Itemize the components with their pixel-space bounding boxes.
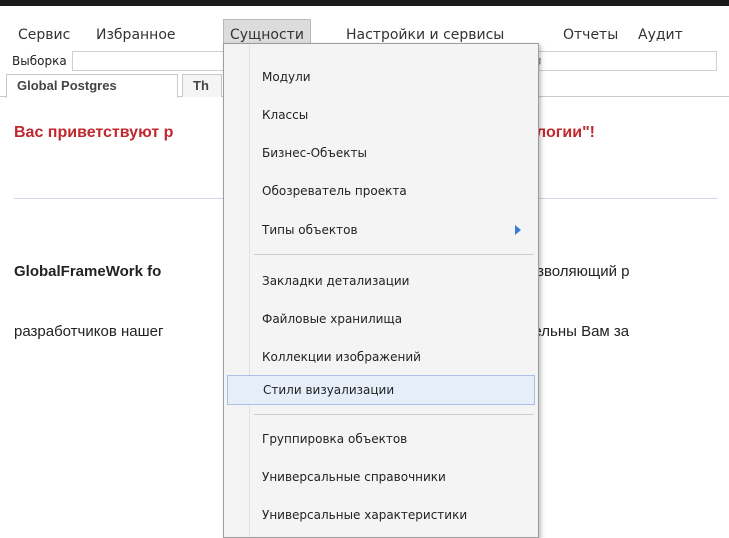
menu-service[interactable]: Сервис xyxy=(12,22,76,48)
tab-global-postgres[interactable]: Global Postgres xyxy=(6,74,178,98)
desc-line2-left: разработчиков нашег xyxy=(14,323,164,340)
menu-reports[interactable]: Отчеты xyxy=(557,22,624,48)
menu-separator xyxy=(254,254,534,255)
menu-item-label: Универсальные справочники xyxy=(262,470,446,484)
menu-item-universal-directories[interactable]: Универсальные справочники xyxy=(227,462,535,492)
menu-item-image-collections[interactable]: Коллекции изображений xyxy=(227,342,535,372)
filter-label: Выборка xyxy=(12,54,67,68)
menu-item-label: Коллекции изображений xyxy=(262,350,421,364)
tab-second[interactable]: Th xyxy=(182,74,222,97)
menu-separator xyxy=(254,414,534,415)
menu-item-label: Бизнес-Объекты xyxy=(262,146,367,160)
menu-item-project-explorer[interactable]: Обозреватель проекта xyxy=(227,176,535,206)
menu-item-detail-tabs[interactable]: Закладки детализации xyxy=(227,266,535,296)
menu-item-modules[interactable]: Модули xyxy=(227,62,535,92)
menu-favorites[interactable]: Избранное xyxy=(90,22,182,48)
menu-audit[interactable]: Аудит xyxy=(632,22,689,48)
menu-item-label: Стили визуализации xyxy=(263,383,395,397)
menu-item-file-storages[interactable]: Файловые хранилища xyxy=(227,304,535,334)
menu-item-business-objects[interactable]: Бизнес-Объекты xyxy=(227,138,535,168)
menu-item-label: Классы xyxy=(262,108,309,122)
submenu-arrow-icon xyxy=(515,225,521,235)
menu-item-label: Типы объектов xyxy=(262,223,358,237)
menu-item-label: Обозреватель проекта xyxy=(262,184,407,198)
menu-item-label: Модули xyxy=(262,70,311,84)
desc-line1-bold: GlobalFrameWork fo xyxy=(14,263,162,280)
menu-item-universal-characteristics[interactable]: Универсальные характеристики xyxy=(227,500,535,530)
menu-item-label: Файловые хранилища xyxy=(262,312,403,326)
menu-item-object-grouping[interactable]: Группировка объектов xyxy=(227,424,535,454)
menu-item-label: Универсальные характеристики xyxy=(262,508,468,522)
menu-item-classes[interactable]: Классы xyxy=(227,100,535,130)
menu-item-label: Закладки детализации xyxy=(262,274,410,288)
entities-dropdown-menu: Модули Классы Бизнес-Объекты Обозревател… xyxy=(223,43,539,538)
welcome-text-left: Вас приветствуют р xyxy=(14,124,174,141)
menu-item-object-types[interactable]: Типы объектов xyxy=(227,215,535,245)
menu-item-visual-styles[interactable]: Стили визуализации xyxy=(227,375,535,405)
menubar: Сервис Избранное Сущности Настройки и се… xyxy=(0,6,729,49)
menu-item-label: Группировка объектов xyxy=(262,432,408,446)
